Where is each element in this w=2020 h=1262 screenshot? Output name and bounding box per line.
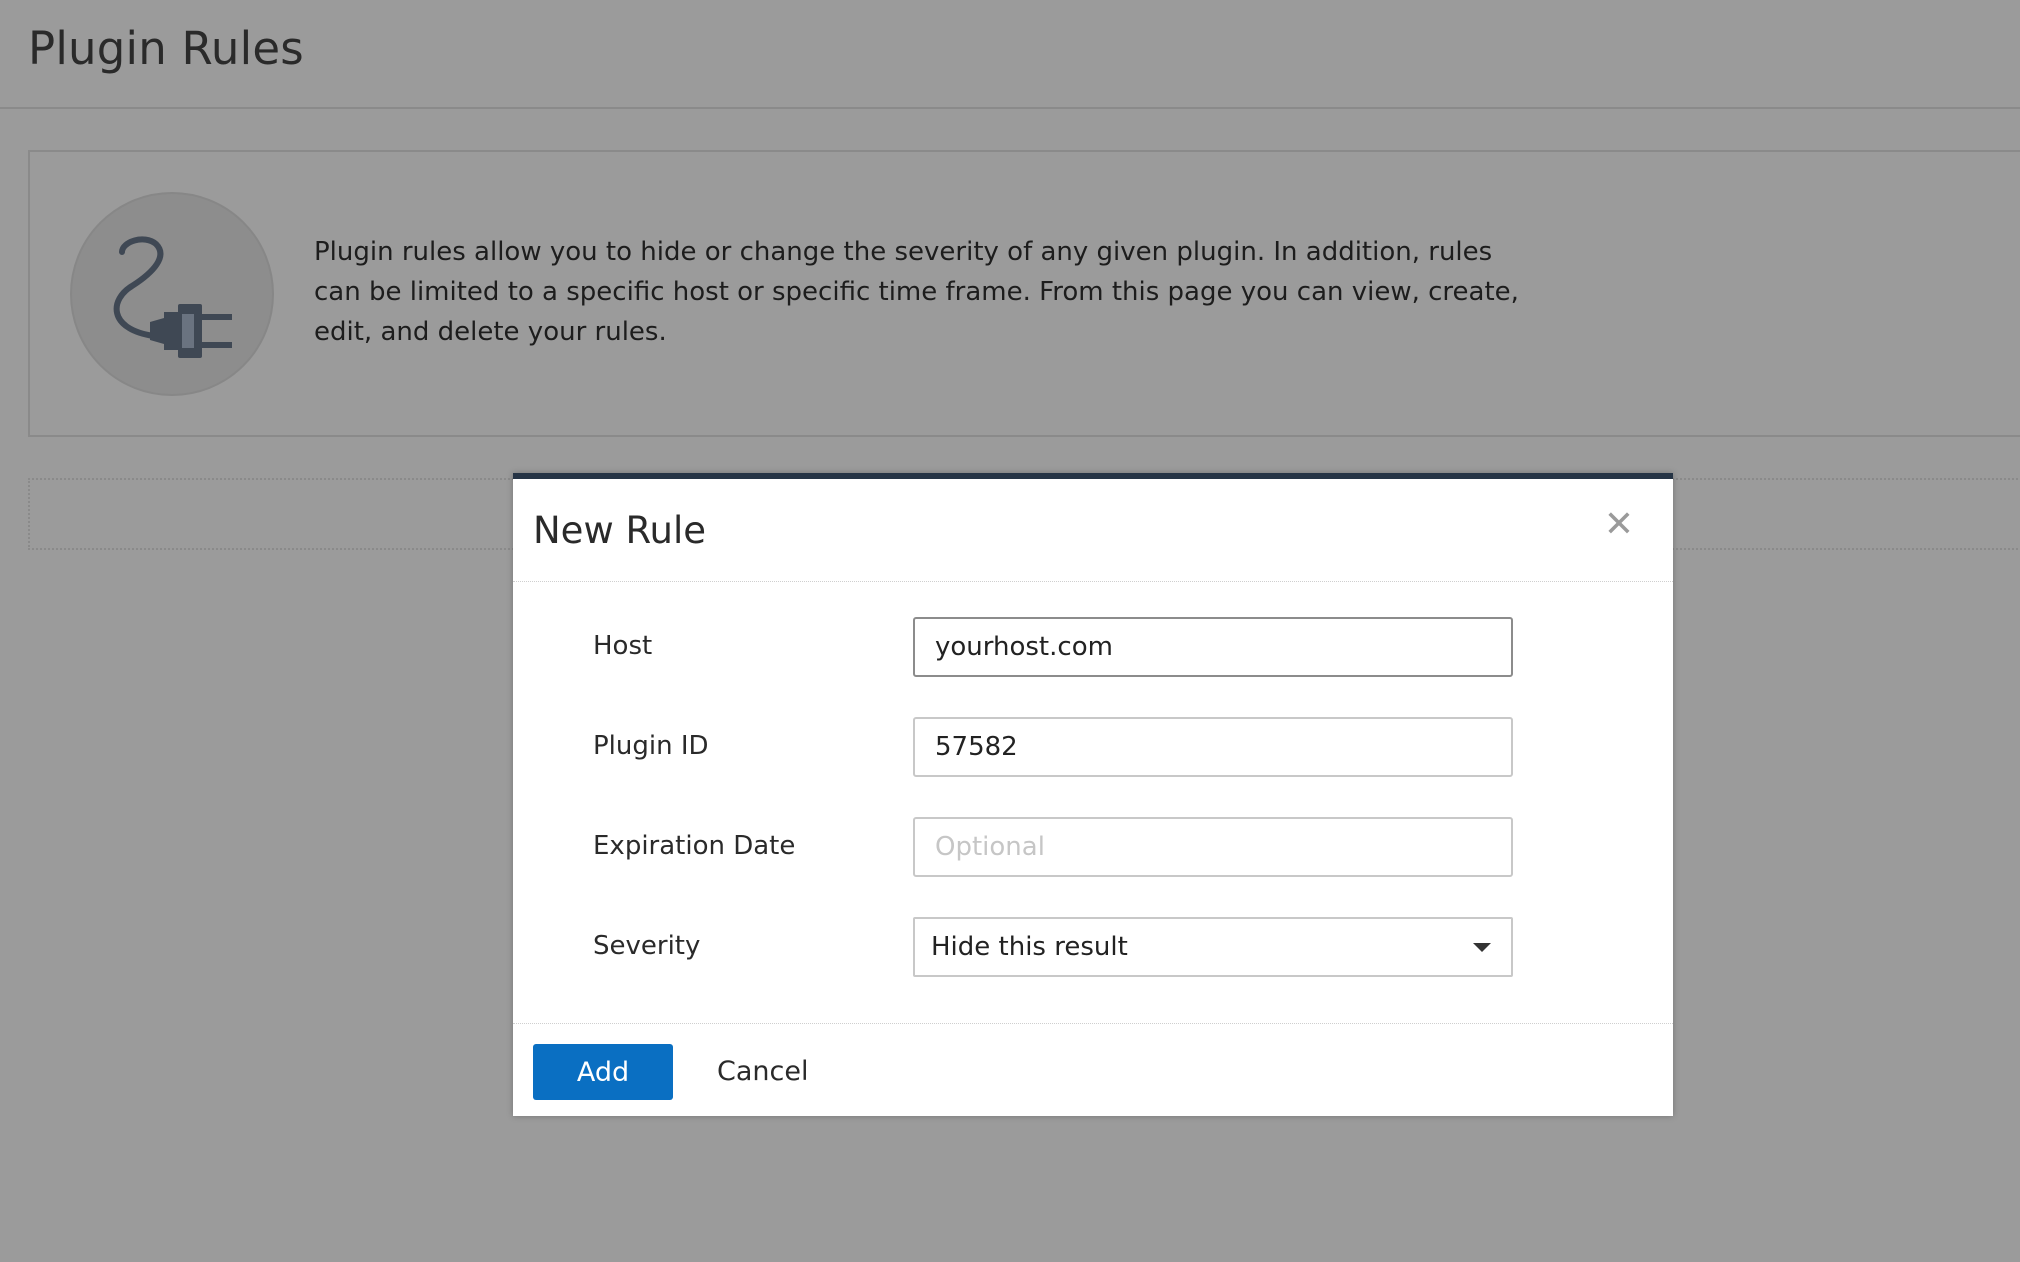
severity-selected-value: Hide this result [931, 932, 1128, 962]
chevron-down-icon [1473, 943, 1491, 952]
severity-row: Severity Hide this result [513, 917, 1673, 977]
expiration-date-label: Expiration Date [593, 831, 796, 861]
severity-label: Severity [593, 931, 701, 961]
expiration-date-input[interactable] [913, 817, 1513, 877]
add-button[interactable]: Add [533, 1044, 673, 1100]
plugin-id-input[interactable] [913, 717, 1513, 777]
plugin-id-label: Plugin ID [593, 731, 709, 761]
host-label: Host [593, 631, 653, 661]
severity-select[interactable]: Hide this result [913, 917, 1513, 977]
cancel-button[interactable]: Cancel [709, 1044, 816, 1100]
close-icon[interactable]: ✕ [1603, 507, 1635, 543]
modal-title: New Rule [533, 509, 707, 552]
host-row: Host [513, 617, 1673, 677]
plugin-id-row: Plugin ID [513, 717, 1673, 777]
plugin-icon [70, 192, 274, 396]
modal-header: New Rule ✕ [513, 479, 1673, 582]
expiration-date-row: Expiration Date [513, 817, 1673, 877]
modal-footer: Add Cancel [513, 1023, 1673, 1116]
plug-icon [113, 236, 232, 358]
page-title: Plugin Rules [28, 22, 304, 75]
host-input[interactable] [913, 617, 1513, 677]
page-header: Plugin Rules [0, 0, 2020, 109]
info-description: Plugin rules allow you to hide or change… [314, 237, 1519, 347]
info-panel: Plugin rules allow you to hide or change… [28, 150, 2020, 437]
new-rule-modal: New Rule ✕ Host Plugin ID Expiration Dat… [513, 473, 1673, 1116]
